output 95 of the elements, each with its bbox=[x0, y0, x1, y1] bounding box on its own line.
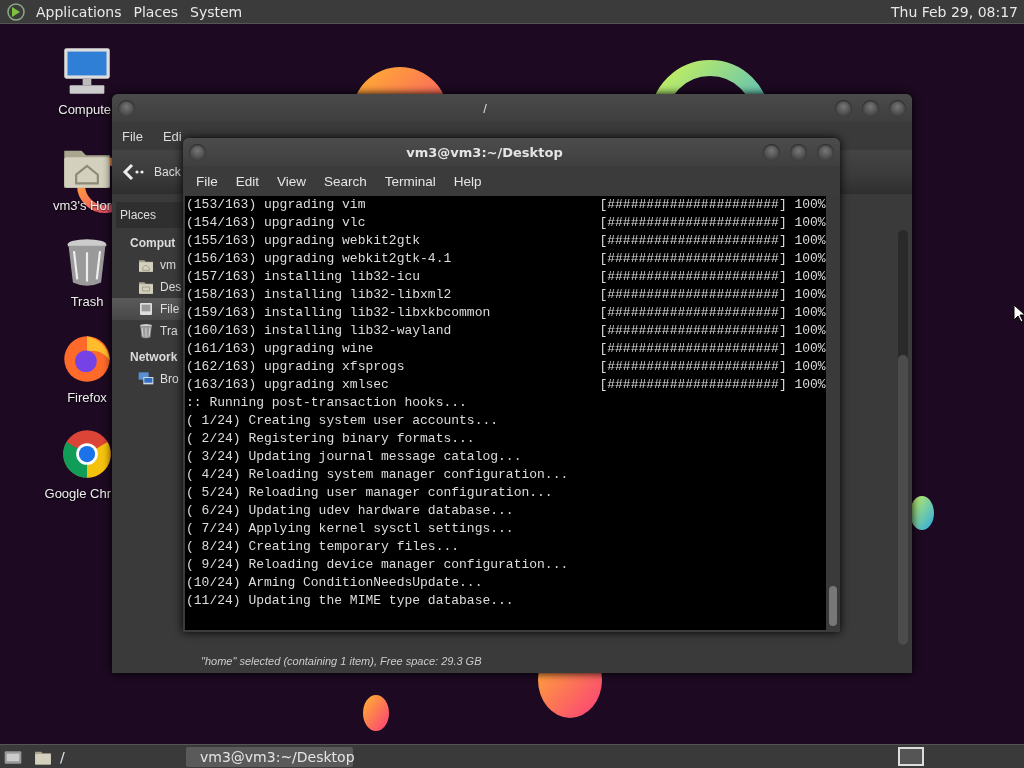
progress-text: [######################] bbox=[599, 304, 787, 322]
sidebar-item[interactable]: Bro bbox=[112, 368, 183, 390]
menu-item[interactable]: Edit bbox=[226, 173, 269, 189]
progress-text: [######################] bbox=[599, 268, 787, 286]
terminal-line: (154/163) upgrading vlc bbox=[186, 214, 367, 232]
scrollbar[interactable] bbox=[826, 196, 840, 630]
terminal-line: ( 2/24) Registering binary formats... bbox=[186, 430, 476, 448]
terminal-line: ( 6/24) Updating udev hardware database... bbox=[186, 502, 515, 520]
desktop-icon-label[interactable]: Trash bbox=[70, 294, 104, 314]
window-menu-button[interactable] bbox=[189, 143, 206, 161]
taskbar-button[interactable]: / bbox=[28, 746, 182, 767]
window-control-button[interactable] bbox=[763, 143, 780, 161]
window-title: vm3@vm3:~/Desktop bbox=[405, 144, 564, 160]
progress-text: [######################] bbox=[599, 232, 787, 250]
progress-text: [######################] bbox=[599, 340, 787, 358]
taskbar-button[interactable]: vm3@vm3:~/Desktop bbox=[186, 746, 353, 767]
percent-text: 100% bbox=[794, 358, 826, 376]
terminal-line: (161/163) upgrading wine bbox=[186, 340, 375, 358]
window-control-button[interactable] bbox=[817, 143, 834, 161]
mouse-pointer-icon bbox=[1013, 304, 1024, 322]
window-control-button[interactable] bbox=[889, 99, 906, 117]
folder-icon bbox=[138, 279, 154, 295]
menu-item[interactable]: Search bbox=[315, 173, 376, 189]
sidebar-header[interactable]: Places bbox=[116, 202, 184, 228]
terminal-line: ( 4/24) Reloading system manager configuration... bbox=[186, 466, 570, 484]
progress-text: [######################] bbox=[599, 196, 787, 214]
progress-text: [######################] bbox=[599, 358, 787, 376]
terminal-line: (160/163) installing lib32-wayland bbox=[186, 322, 453, 340]
terminal-line: ( 7/24) Applying kernel sysctl settings... bbox=[186, 520, 515, 538]
panel-menu[interactable]: Places bbox=[127, 3, 185, 20]
terminal-line: (162/163) upgrading xfsprogs bbox=[186, 358, 406, 376]
progress-text: [######################] bbox=[599, 322, 787, 340]
workspace-switcher[interactable] bbox=[898, 747, 924, 766]
terminal-line: (163/163) upgrading xmlsec bbox=[186, 376, 390, 394]
percent-text: 100% bbox=[794, 250, 826, 268]
percent-text: 100% bbox=[794, 232, 826, 250]
menu-item[interactable]: File bbox=[187, 173, 227, 189]
terminal-line: (10/24) Arming ConditionNeedsUpdate... bbox=[186, 574, 484, 592]
sidebar-item[interactable]: Tra bbox=[112, 320, 183, 342]
back-button[interactable]: Back bbox=[122, 163, 181, 181]
window-menu-button[interactable] bbox=[118, 99, 135, 117]
scrollbar[interactable] bbox=[898, 230, 908, 645]
terminal-line: ( 8/24) Creating temporary files... bbox=[186, 538, 461, 556]
sidebar-item[interactable]: vm bbox=[112, 254, 183, 276]
window-control-button[interactable] bbox=[862, 99, 879, 117]
panel-menu[interactable]: System bbox=[184, 3, 249, 20]
trash-can-icon bbox=[138, 323, 154, 339]
progress-text: [######################] bbox=[599, 286, 787, 304]
status-bar-text: "home" selected (containing 1 item), Free space: 29.3 GB bbox=[200, 654, 483, 669]
menu-item[interactable]: File bbox=[122, 128, 143, 144]
percent-text: 100% bbox=[794, 340, 826, 358]
progress-text: [######################] bbox=[599, 250, 787, 268]
percent-text: 100% bbox=[794, 268, 826, 286]
menu-item[interactable]: Edi bbox=[162, 128, 182, 144]
network-icon bbox=[138, 371, 154, 387]
terminal-line: (153/163) upgrading vim bbox=[186, 196, 367, 214]
progress-text: [######################] bbox=[599, 214, 787, 232]
back-arrow-icon bbox=[122, 163, 144, 181]
window-control-button[interactable] bbox=[790, 143, 807, 161]
menu-item[interactable]: View bbox=[268, 173, 316, 189]
clock[interactable]: Thu Feb 29, 08:17 bbox=[890, 3, 1024, 20]
terminal-line: ( 1/24) Creating system user accounts... bbox=[186, 412, 500, 430]
percent-text: 100% bbox=[794, 196, 826, 214]
drive-icon bbox=[138, 301, 154, 317]
percent-text: 100% bbox=[794, 304, 826, 322]
menu-item[interactable]: Help bbox=[444, 173, 491, 189]
percent-text: 100% bbox=[794, 214, 826, 232]
window-control-button[interactable] bbox=[835, 99, 852, 117]
window-title: / bbox=[482, 100, 488, 116]
terminal-line: (155/163) upgrading webkit2gtk bbox=[186, 232, 422, 250]
desktop-icon-label[interactable]: Firefox bbox=[67, 390, 107, 410]
terminal-line: (11/24) Updating the MIME type database... bbox=[186, 592, 515, 610]
desktop-icon-label[interactable]: Compute bbox=[58, 102, 111, 122]
desktop-icon-label[interactable]: Google Chr bbox=[44, 486, 111, 506]
terminal-line: (159/163) installing lib32-libxkbcommon bbox=[186, 304, 492, 322]
sidebar-section-title: Network bbox=[129, 349, 179, 366]
percent-text: 100% bbox=[794, 376, 826, 394]
terminal-line: (156/163) upgrading webkit2gtk-4.1 bbox=[186, 250, 453, 268]
terminal-line: ( 3/24) Updating journal message catalog... bbox=[186, 448, 523, 466]
percent-text: 100% bbox=[794, 286, 826, 304]
sidebar-section-title: Comput bbox=[129, 235, 177, 252]
terminal-line: ( 5/24) Reloading user manager configuration... bbox=[186, 484, 554, 502]
sidebar-item[interactable]: Des bbox=[112, 276, 183, 298]
menu-item[interactable]: Terminal bbox=[375, 173, 445, 189]
terminal-line: (157/163) installing lib32-icu bbox=[186, 268, 422, 286]
app-menu-icon bbox=[6, 1, 26, 22]
home-folder-icon bbox=[138, 257, 154, 273]
browser-icon bbox=[61, 428, 113, 480]
terminal-line: ( 9/24) Reloading device manager configuration... bbox=[186, 556, 570, 574]
sidebar-item[interactable]: File bbox=[112, 298, 183, 320]
panel-menu[interactable]: Applications bbox=[30, 3, 128, 20]
terminal-line: (158/163) installing lib32-libxml2 bbox=[186, 286, 453, 304]
progress-text: [######################] bbox=[599, 376, 787, 394]
percent-text: 100% bbox=[794, 322, 826, 340]
terminal-line: :: Running post-transaction hooks... bbox=[186, 394, 468, 412]
